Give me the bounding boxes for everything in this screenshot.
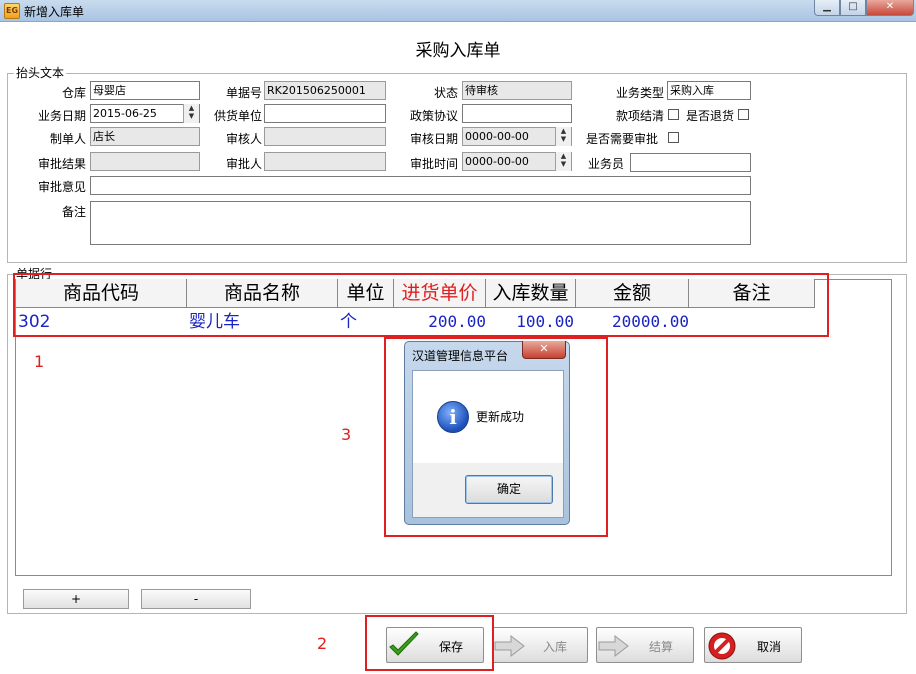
settle-button[interactable]: 结算 xyxy=(596,627,694,663)
approval-result-field[interactable] xyxy=(90,152,200,171)
minimize-icon: ▁ xyxy=(823,1,831,12)
annotation-number-3: 3 xyxy=(341,425,352,444)
audit-date-spinner[interactable]: ▲ ▼ xyxy=(555,127,571,146)
annotation-box-3 xyxy=(384,337,608,537)
app-icon: EG xyxy=(4,3,20,19)
approval-time-label: 审批时间 xyxy=(409,157,458,171)
stock-in-button[interactable]: 入库 xyxy=(492,627,588,663)
spinner-down-icon: ▼ xyxy=(560,160,567,168)
spinner-down-icon: ▼ xyxy=(188,112,195,120)
arrow-right-icon xyxy=(598,634,629,658)
approver-label: 审批人 xyxy=(225,157,262,171)
salesman-field[interactable] xyxy=(630,153,751,172)
annotation-box-1 xyxy=(13,273,829,337)
warehouse-field[interactable]: 母婴店 xyxy=(90,81,200,100)
cancel-button[interactable]: 取消 xyxy=(704,627,802,663)
annotation-number-2: 2 xyxy=(317,634,328,653)
auditor-field[interactable] xyxy=(264,127,386,146)
approval-opinion-field[interactable] xyxy=(90,176,751,195)
spinner-up-icon: ▲ xyxy=(560,127,567,135)
paid-off-label: 款项结清 xyxy=(615,109,664,123)
policy-field[interactable] xyxy=(462,104,572,123)
approval-result-label: 审批结果 xyxy=(37,157,86,171)
form-title: 采购入库单 xyxy=(415,41,501,61)
status-field[interactable]: 待审核 xyxy=(462,81,572,100)
minimize-button[interactable]: ▁ xyxy=(814,0,840,16)
status-label: 状态 xyxy=(433,86,458,100)
warehouse-label: 仓库 xyxy=(61,86,86,100)
remark-label: 备注 xyxy=(61,205,86,219)
supplier-field[interactable] xyxy=(264,104,386,123)
doc-no-label: 单据号 xyxy=(225,86,262,100)
audit-date-label: 审核日期 xyxy=(409,132,458,146)
cancel-button-label: 取消 xyxy=(757,640,782,654)
close-button[interactable]: ✕ xyxy=(866,0,914,16)
maximize-icon: □ xyxy=(848,1,858,12)
biz-type-label: 业务类型 xyxy=(615,86,664,100)
remove-row-button[interactable]: - xyxy=(141,589,251,609)
paid-off-checkbox[interactable] xyxy=(668,109,679,120)
doc-no-field[interactable]: RK201506250001 xyxy=(264,81,386,100)
supplier-label: 供货单位 xyxy=(213,109,262,123)
salesman-label: 业务员 xyxy=(587,157,624,171)
arrow-right-icon xyxy=(494,634,525,658)
window-titlebar xyxy=(0,0,916,22)
is-return-label: 是否退货 xyxy=(686,109,735,123)
annotation-number-1: 1 xyxy=(34,352,45,371)
maximize-button[interactable]: □ xyxy=(840,0,866,16)
window-title: 新增入库单 xyxy=(24,5,85,19)
annotation-box-2 xyxy=(365,615,494,671)
biz-date-label: 业务日期 xyxy=(37,109,86,123)
spinner-up-icon: ▲ xyxy=(188,104,195,112)
add-row-button[interactable]: + xyxy=(23,589,129,609)
is-return-checkbox[interactable] xyxy=(738,109,749,120)
biz-type-field[interactable]: 采购入库 xyxy=(667,81,751,100)
spinner-down-icon: ▼ xyxy=(560,135,567,143)
remark-textarea[interactable] xyxy=(90,201,751,245)
biz-date-spinner[interactable]: ▲ ▼ xyxy=(183,104,199,123)
creator-label: 制单人 xyxy=(49,132,86,146)
auditor-label: 审核人 xyxy=(225,132,262,146)
stock-in-button-label: 入库 xyxy=(543,640,568,654)
approver-field[interactable] xyxy=(264,152,386,171)
policy-label: 政策协议 xyxy=(409,109,458,123)
need-approval-label: 是否需要审批 xyxy=(585,132,658,146)
no-entry-icon xyxy=(708,632,736,660)
approval-opinion-label: 审批意见 xyxy=(37,180,86,194)
header-group-legend: 抬头文本 xyxy=(16,66,65,80)
creator-field[interactable]: 店长 xyxy=(90,127,200,146)
need-approval-checkbox[interactable] xyxy=(668,132,679,143)
close-icon: ✕ xyxy=(885,1,895,12)
settle-button-label: 结算 xyxy=(649,640,674,654)
spinner-up-icon: ▲ xyxy=(560,152,567,160)
approval-time-spinner[interactable]: ▲ ▼ xyxy=(555,152,571,171)
